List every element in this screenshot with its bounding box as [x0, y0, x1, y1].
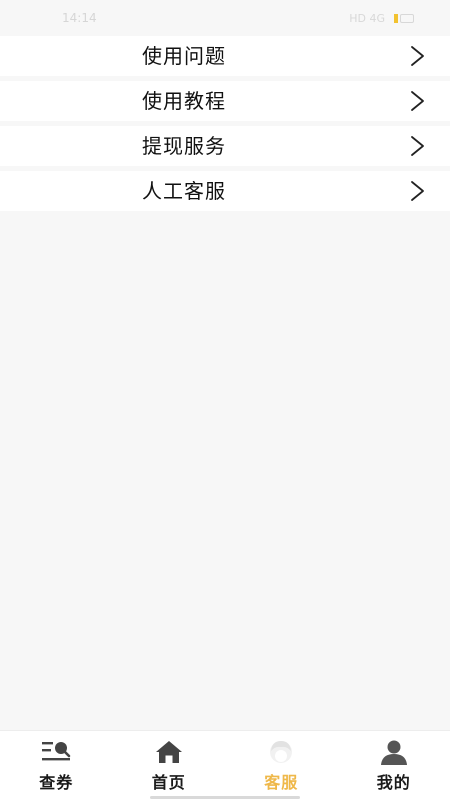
menu-item-tutorial[interactable]: 使用教程 [0, 81, 450, 121]
screen: 14:14 HD 4G 使用问题 使用教程 提现服务 人工客服 查券 首页 客服… [0, 0, 450, 800]
menu-item-usage-questions[interactable]: 使用问题 [0, 36, 450, 76]
tab-home[interactable]: 首页 [113, 731, 226, 800]
chevron-right-icon [406, 135, 428, 157]
tab-label: 客服 [264, 773, 299, 792]
network-indicators: HD 4G [349, 11, 385, 25]
menu-item-label: 提现服务 [142, 134, 226, 158]
menu-item-label: 使用问题 [142, 44, 226, 68]
battery-icon [394, 13, 414, 23]
tab-coupon-search[interactable]: 查券 [0, 731, 113, 800]
menu-item-label: 使用教程 [142, 89, 226, 113]
tab-label: 首页 [151, 773, 186, 792]
chevron-right-icon [406, 180, 428, 202]
home-indicator[interactable] [150, 796, 300, 799]
home-icon [155, 741, 182, 763]
tab-label: 我的 [376, 773, 411, 792]
status-indicators: HD 4G [349, 12, 414, 25]
tab-label: 查券 [39, 773, 74, 792]
menu-item-withdrawal-service[interactable]: 提现服务 [0, 126, 450, 166]
help-menu-list: 使用问题 使用教程 提现服务 人工客服 [0, 36, 450, 216]
menu-item-human-support[interactable]: 人工客服 [0, 171, 450, 211]
status-bar: 14:14 HD 4G [0, 0, 450, 36]
tab-customer-service[interactable]: 客服 [225, 731, 338, 800]
status-time: 14:14 [62, 11, 97, 25]
search-list-icon [42, 742, 71, 761]
menu-item-label: 人工客服 [142, 179, 226, 203]
chevron-right-icon [406, 45, 428, 67]
chevron-right-icon [406, 90, 428, 112]
bottom-tab-bar: 查券 首页 客服 我的 [0, 730, 450, 800]
tab-profile[interactable]: 我的 [338, 731, 450, 800]
user-icon [380, 740, 407, 765]
customer-service-icon [270, 741, 293, 763]
